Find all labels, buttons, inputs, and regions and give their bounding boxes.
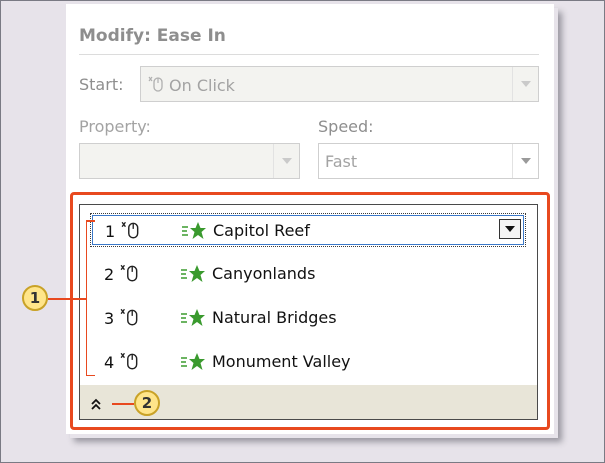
item-order: 4 (104, 353, 115, 372)
item-order: 1 (105, 222, 116, 241)
list-item[interactable]: 1 Capitol Reef (90, 213, 526, 247)
ease-in-effect-icon (182, 222, 206, 239)
speed-dropdown-arrow-icon[interactable] (512, 144, 538, 178)
list-item[interactable]: 2 Canyonlands (90, 257, 526, 291)
callout-two: 2 (134, 390, 160, 416)
start-dropdown[interactable]: On Click (140, 66, 539, 102)
animation-list[interactable]: 1 Capitol Reef 2 Canyonlands 3 Natural B… (79, 204, 538, 420)
ease-in-effect-icon (181, 265, 205, 282)
modify-title: Modify: Ease In (79, 26, 226, 46)
mouse-click-icon (121, 221, 139, 239)
item-order: 2 (104, 265, 115, 284)
property-label: Property: (79, 117, 151, 136)
item-name: Capitol Reef (213, 221, 310, 240)
item-name: Canyonlands (212, 264, 316, 283)
ease-in-effect-icon (181, 309, 205, 326)
item-order: 3 (104, 309, 115, 328)
list-item[interactable]: 3 Natural Bridges (90, 301, 526, 335)
property-dropdown-arrow-icon[interactable] (273, 144, 299, 178)
callout-bracket (86, 220, 95, 376)
ease-in-effect-icon (181, 353, 205, 370)
title-divider (79, 54, 539, 55)
collapse-chevron-icon[interactable] (89, 397, 103, 413)
start-dropdown-arrow-icon[interactable] (512, 67, 538, 101)
callout-one-connector (48, 298, 86, 300)
item-dropdown-arrow-icon[interactable] (499, 219, 521, 239)
callout-two-connector (112, 403, 134, 405)
mouse-click-icon (120, 264, 138, 282)
mouse-click-icon (148, 76, 163, 92)
mouse-click-icon (120, 352, 138, 370)
start-label: Start: (79, 75, 124, 94)
item-name: Natural Bridges (212, 308, 337, 327)
item-name: Monument Valley (212, 352, 351, 371)
speed-dropdown[interactable]: Fast (318, 143, 539, 179)
speed-label: Speed: (318, 117, 374, 136)
property-dropdown[interactable] (79, 143, 300, 179)
mouse-click-icon (120, 308, 138, 326)
list-item[interactable]: 4 Monument Valley (90, 345, 526, 379)
start-value-wrap: On Click (147, 75, 235, 95)
speed-value: Fast (325, 152, 358, 171)
callout-one: 1 (22, 285, 48, 311)
start-value: On Click (169, 76, 235, 95)
